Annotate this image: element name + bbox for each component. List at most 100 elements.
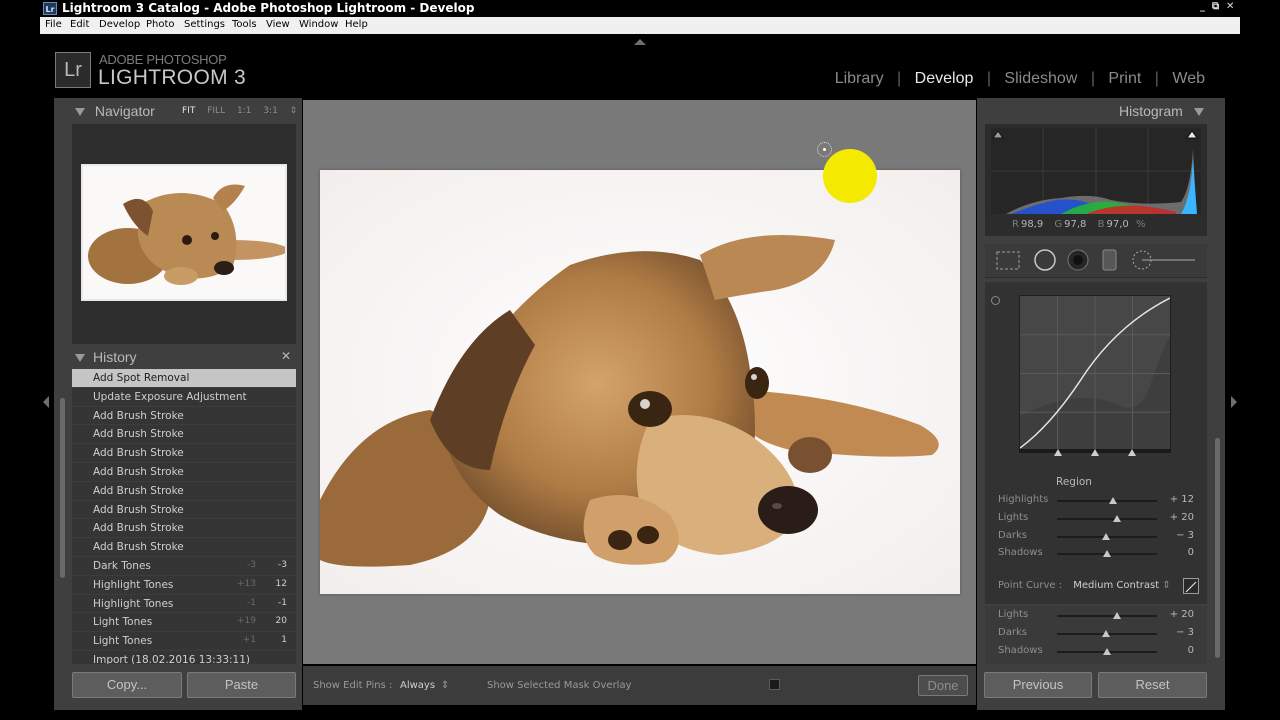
region-title: Region	[1056, 476, 1092, 488]
zoom-menu-arrow[interactable]: ⇕	[290, 106, 298, 116]
menu-file[interactable]: File	[45, 19, 62, 30]
brand-line-1: ADOBE PHOTOSHOP	[99, 52, 227, 67]
menu-help[interactable]: Help	[345, 19, 368, 30]
graduated-filter-icon	[1102, 249, 1117, 271]
split-point-handle[interactable]	[1054, 449, 1062, 456]
mask-overlay-label: Show Selected Mask Overlay	[487, 680, 632, 691]
module-develop[interactable]: Develop	[915, 70, 974, 87]
zoom-fit[interactable]: FIT	[182, 106, 195, 116]
minimize-button[interactable]: _	[1200, 1, 1205, 12]
tone-curve-graph[interactable]	[1019, 295, 1171, 452]
module-library[interactable]: Library	[835, 70, 884, 87]
highlights-slider[interactable]: Highlights + 12	[998, 494, 1198, 510]
history-item[interactable]: Add Brush Stroke	[72, 501, 296, 520]
menu-photo[interactable]: Photo	[146, 19, 175, 30]
history-item[interactable]: Add Brush Stroke	[72, 519, 296, 539]
history-item[interactable]: Highlight Tones +13 12	[72, 576, 296, 595]
histogram-header[interactable]: Histogram	[1119, 103, 1204, 119]
lightroom-logo: Lr	[55, 52, 91, 88]
history-item[interactable]: Add Brush Stroke	[72, 538, 296, 557]
history-item[interactable]: Add Brush Stroke	[72, 482, 296, 501]
history-list: Add Spot Removal Update Exposure Adjustm…	[72, 369, 296, 664]
shadows-slider[interactable]: Shadows 0	[998, 547, 1198, 563]
history-clear-icon[interactable]: ✕	[281, 349, 291, 363]
slider-knob[interactable]	[1103, 550, 1111, 557]
darks-slider[interactable]: Darks − 3	[998, 530, 1198, 546]
left-scrollbar[interactable]	[60, 398, 65, 578]
menu-window[interactable]: Window	[299, 19, 338, 30]
history-item[interactable]: Add Brush Stroke	[72, 444, 296, 463]
split-point-handle[interactable]	[1128, 449, 1136, 456]
point-curve-select[interactable]: Medium Contrast	[1073, 580, 1159, 591]
window-title: Lightroom 3 Catalog - Adobe Photoshop Li…	[62, 1, 475, 15]
select-arrow-icon[interactable]: ⇕	[441, 680, 449, 691]
slider-knob[interactable]	[1102, 533, 1110, 540]
history-item[interactable]: Highlight Tones -1 -1	[72, 595, 296, 614]
history-item[interactable]: Dark Tones -3 -3	[72, 557, 296, 576]
slider-knob[interactable]	[1109, 497, 1117, 504]
navigator-title: Navigator	[94, 103, 155, 119]
history-header[interactable]: History ✕	[72, 347, 296, 369]
right-panel-toggle-icon[interactable]	[1231, 396, 1237, 408]
module-separator: |	[1090, 70, 1095, 87]
collapse-triangle-icon	[75, 354, 85, 362]
zoom-1-1[interactable]: 1:1	[237, 106, 251, 116]
darks-slider[interactable]: Darks − 3	[998, 627, 1198, 643]
reset-button[interactable]: Reset	[1098, 672, 1207, 698]
crop-tool-icon	[996, 251, 1020, 270]
slider-knob[interactable]	[1102, 630, 1110, 637]
title-bar: Lr Lightroom 3 Catalog - Adobe Photoshop…	[40, 0, 1240, 17]
shadows-slider[interactable]: Shadows 0	[998, 645, 1198, 661]
close-button[interactable]: ✕	[1226, 1, 1234, 12]
history-item[interactable]: Add Brush Stroke	[72, 407, 296, 426]
history-title: History	[93, 349, 137, 365]
target-adjust-icon[interactable]	[991, 296, 1000, 305]
history-item[interactable]: Update Exposure Adjustment	[72, 388, 296, 407]
lights-slider[interactable]: Lights + 20	[998, 609, 1198, 625]
select-arrow-icon[interactable]: ⇕	[1162, 580, 1170, 591]
menu-settings[interactable]: Settings	[184, 19, 225, 30]
show-edit-pins-label: Show Edit Pins :	[313, 680, 393, 691]
module-print[interactable]: Print	[1108, 70, 1141, 87]
show-edit-pins-select[interactable]: Always	[400, 680, 435, 691]
zoom-fill[interactable]: FILL	[207, 106, 225, 116]
history-item[interactable]: Light Tones +19 20	[72, 613, 296, 633]
slider-knob[interactable]	[1113, 612, 1121, 619]
paste-button[interactable]: Paste	[187, 672, 296, 698]
navigator-thumbnail[interactable]	[81, 164, 287, 301]
mask-overlay-checkbox[interactable]	[769, 679, 780, 690]
history-item[interactable]: Add Brush Stroke	[72, 425, 296, 445]
menu-tools[interactable]: Tools	[232, 19, 257, 30]
left-panel-toggle-icon[interactable]	[43, 396, 49, 408]
curve-edit-icon[interactable]	[1183, 578, 1199, 594]
split-point-handle[interactable]	[1091, 449, 1099, 456]
module-separator: |	[1154, 70, 1159, 87]
point-curve-label: Point Curve :	[998, 580, 1063, 591]
module-separator: |	[897, 70, 902, 87]
histogram-title: Histogram	[1119, 103, 1183, 119]
main-photo[interactable]	[320, 170, 960, 594]
menu-edit[interactable]: Edit	[70, 19, 89, 30]
navigator-header[interactable]: Navigator	[75, 103, 155, 119]
top-panel-toggle-icon[interactable]	[634, 39, 646, 45]
slider-knob[interactable]	[1113, 515, 1121, 522]
right-scrollbar[interactable]	[1215, 438, 1220, 658]
copy-button[interactable]: Copy...	[72, 672, 182, 698]
history-item[interactable]: Add Spot Removal	[72, 369, 296, 388]
zoom-3-1[interactable]: 3:1	[263, 106, 277, 116]
module-slideshow[interactable]: Slideshow	[1004, 70, 1077, 87]
module-web[interactable]: Web	[1172, 70, 1205, 87]
menu-develop[interactable]: Develop	[99, 19, 140, 30]
history-item[interactable]: Import (18.02.2016 13:33:11)	[72, 651, 296, 664]
slider-knob[interactable]	[1103, 648, 1111, 655]
histogram-graph[interactable]	[991, 128, 1201, 214]
maximize-button[interactable]: ⧉	[1212, 1, 1219, 12]
done-button[interactable]: Done	[918, 675, 968, 696]
history-item[interactable]: Light Tones +1 1	[72, 632, 296, 651]
menu-view[interactable]: View	[266, 19, 290, 30]
edit-pin-icon[interactable]	[817, 142, 832, 157]
history-item[interactable]: Add Brush Stroke	[72, 463, 296, 482]
lights-slider[interactable]: Lights + 20	[998, 512, 1198, 528]
previous-button[interactable]: Previous	[984, 672, 1092, 698]
spot-removal-overlay[interactable]	[823, 149, 877, 203]
